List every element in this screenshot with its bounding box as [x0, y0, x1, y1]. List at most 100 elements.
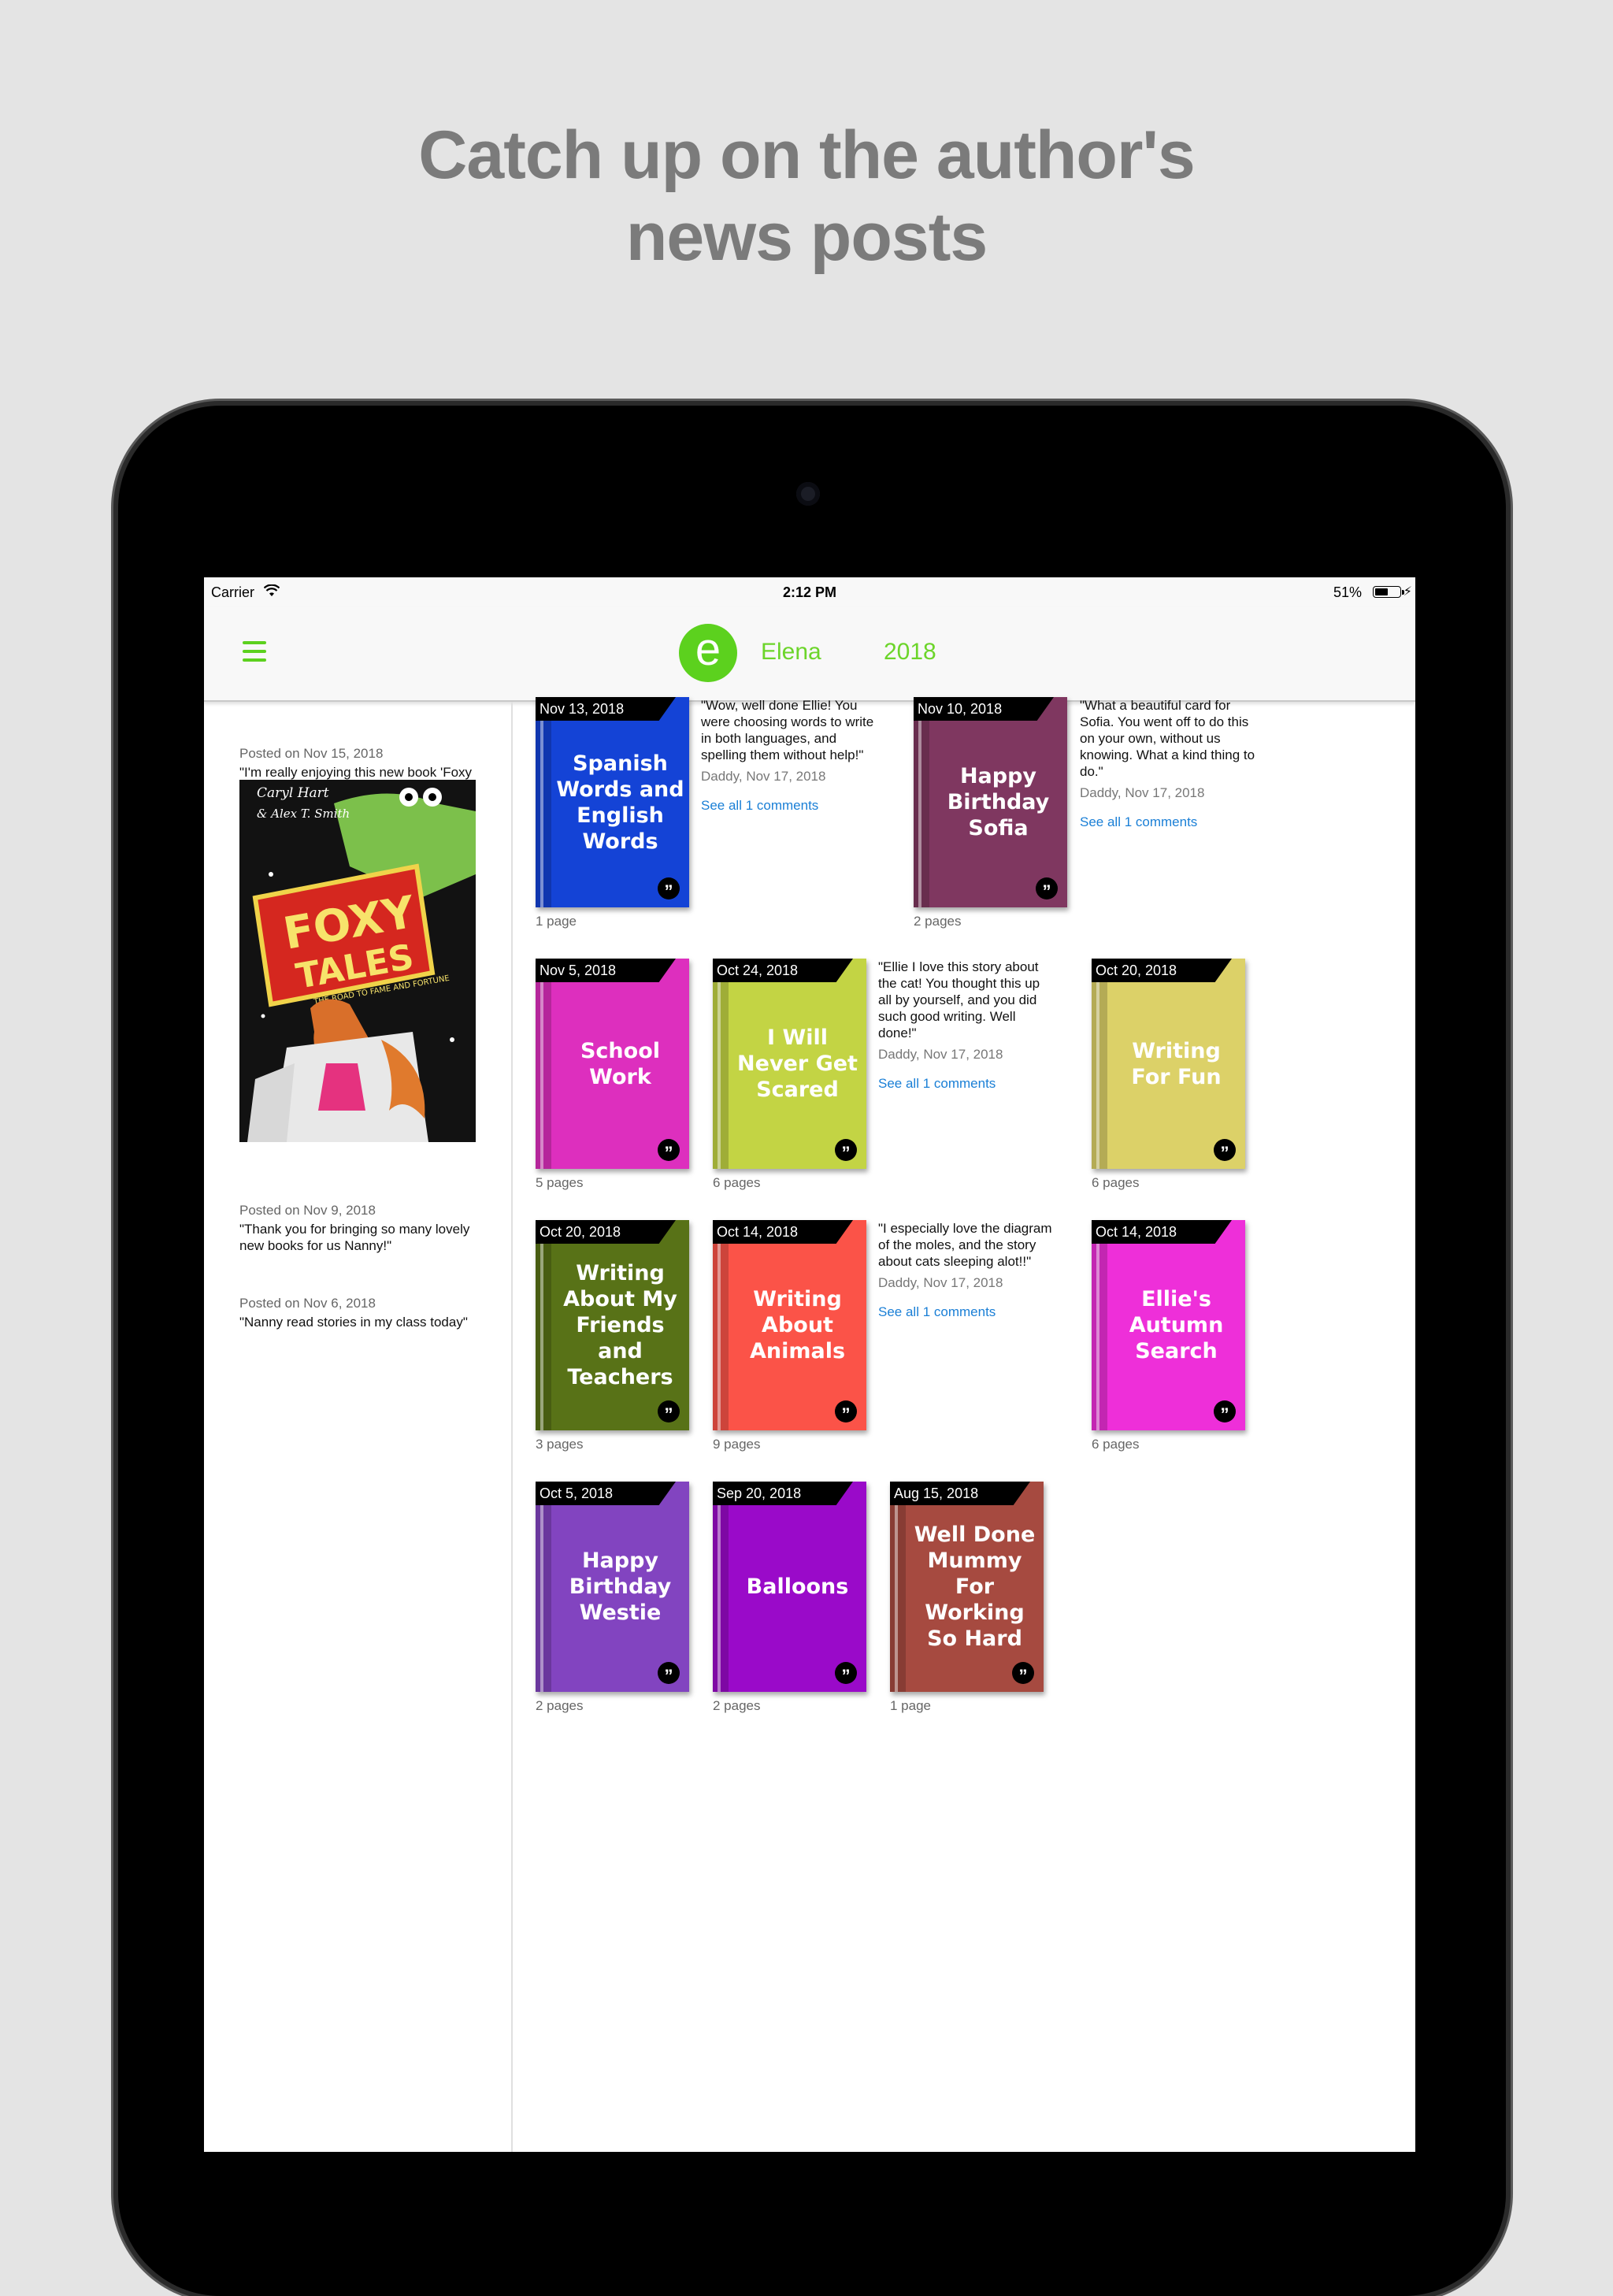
- comment-author: Daddy, Nov 17, 2018: [878, 1275, 1003, 1290]
- comment-quote-icon[interactable]: ”: [1036, 877, 1058, 901]
- comment-quote-icon[interactable]: ”: [835, 1400, 857, 1424]
- book-card[interactable]: Aug 15, 2018 Well Done Mummy For Working …: [890, 1482, 1044, 1692]
- status-bar: Carrier 2:12 PM 51% ⚡: [204, 577, 1415, 607]
- book-card[interactable]: Oct 20, 2018 Writing About My Friends and…: [536, 1220, 689, 1430]
- comment-text: "I especially love the diagram of the mo…: [878, 1221, 1052, 1269]
- post-text: "Thank you for bringing so many lovely n…: [239, 1222, 470, 1253]
- book-page-count: 9 pages: [713, 1437, 761, 1452]
- post-date: Posted on Nov 15, 2018: [239, 746, 384, 761]
- book-date-badge: Nov 5, 2018: [536, 959, 676, 982]
- book-date-badge: Nov 10, 2018: [914, 697, 1054, 721]
- see-all-comments-link[interactable]: See all 1 comments: [878, 1075, 1055, 1092]
- book-title: Well Done Mummy For Working So Hard: [914, 1523, 1036, 1651]
- comment-block: "What a beautiful card for Sofia. You we…: [1080, 697, 1257, 830]
- book-title: Happy Birthday Sofia: [947, 764, 1050, 840]
- book-page-count: 6 pages: [1092, 1437, 1140, 1452]
- book-page-count: 1 page: [536, 914, 577, 929]
- book-page-count: 5 pages: [536, 1175, 584, 1190]
- see-all-comments-link[interactable]: See all 1 comments: [878, 1304, 1055, 1320]
- headline: Catch up on the author's news posts: [0, 114, 1613, 278]
- book-page-count: 2 pages: [536, 1698, 584, 1713]
- comment-block: "I especially love the diagram of the mo…: [878, 1220, 1055, 1320]
- nav-year[interactable]: 2018: [884, 639, 936, 666]
- see-all-comments-link[interactable]: See all 1 comments: [701, 797, 878, 814]
- comment-quote-icon[interactable]: ”: [658, 877, 680, 901]
- comment-quote-icon[interactable]: ”: [1012, 1662, 1034, 1686]
- comment-quote-icon[interactable]: ”: [1214, 1139, 1236, 1163]
- news-post[interactable]: Posted on Nov 6, 2018 "Nanny read storie…: [239, 1295, 491, 1330]
- book-spine: [536, 1220, 551, 1430]
- book-date-badge: Aug 15, 2018: [890, 1482, 1030, 1505]
- book-page-count: 1 page: [890, 1698, 931, 1713]
- book-page-count: 2 pages: [713, 1698, 761, 1713]
- book-spine: [536, 697, 551, 907]
- book-spine: [914, 697, 929, 907]
- nav-bar: e Elena 2018: [204, 607, 1415, 702]
- comment-quote-icon[interactable]: ”: [658, 1400, 680, 1424]
- book-card[interactable]: Nov 5, 2018 School Work ”: [536, 959, 689, 1169]
- comment-block: "Ellie I love this story about the cat! …: [878, 959, 1055, 1092]
- comment-author: Daddy, Nov 17, 2018: [701, 769, 826, 784]
- book-title: Ellie's Autumn Search: [1129, 1287, 1224, 1363]
- book-date-badge: Oct 5, 2018: [536, 1482, 676, 1505]
- book-title: Happy Birthday Westie: [569, 1549, 672, 1625]
- see-all-comments-link[interactable]: See all 1 comments: [1080, 814, 1257, 830]
- post-date: Posted on Nov 6, 2018: [239, 1296, 376, 1311]
- battery-percent: 51%: [1333, 584, 1362, 600]
- book-spine: [1092, 1220, 1107, 1430]
- book-spine: [713, 1482, 729, 1692]
- book-spine: [890, 1482, 906, 1692]
- book-date-badge: Nov 13, 2018: [536, 697, 676, 721]
- post-text: "Nanny read stories in my class today": [239, 1315, 468, 1330]
- clock: 2:12 PM: [782, 584, 837, 600]
- book-card[interactable]: Nov 10, 2018 Happy Birthday Sofia ”: [914, 697, 1067, 907]
- book-date-badge: Sep 20, 2018: [713, 1482, 853, 1505]
- book-spine: [536, 959, 551, 1169]
- book-date-badge: Oct 20, 2018: [536, 1220, 676, 1244]
- news-post[interactable]: Posted on Nov 9, 2018 "Thank you for bri…: [239, 1202, 491, 1254]
- cover-author-1: Caryl Hart: [257, 785, 329, 801]
- book-cover-illustration: FOXY TALES THE ROAD TO FAME AND FORTUNE …: [239, 780, 476, 1142]
- app-logo[interactable]: e: [679, 624, 737, 682]
- book-page-count: 2 pages: [914, 914, 962, 929]
- headline-line-2: news posts: [625, 199, 988, 275]
- book-title: Writing About My Friends and Teachers: [563, 1261, 677, 1389]
- book-card[interactable]: Oct 14, 2018 Writing About Animals ”: [713, 1220, 866, 1430]
- headline-line-1: Catch up on the author's: [418, 117, 1195, 193]
- nav-user-name[interactable]: Elena: [761, 639, 821, 666]
- foxy-tales-cover-image[interactable]: FOXY TALES THE ROAD TO FAME AND FORTUNE …: [239, 780, 476, 1142]
- cover-author-2: & Alex T. Smith: [257, 807, 350, 821]
- hamburger-menu-icon[interactable]: [243, 641, 266, 662]
- comment-author: Daddy, Nov 17, 2018: [878, 1047, 1003, 1062]
- book-card[interactable]: Nov 13, 2018 Spanish Words and English Wo…: [536, 697, 689, 907]
- book-page-count: 6 pages: [713, 1175, 761, 1190]
- comment-quote-icon[interactable]: ”: [1214, 1400, 1236, 1424]
- comment-quote-icon[interactable]: ”: [658, 1139, 680, 1163]
- comment-quote-icon[interactable]: ”: [835, 1662, 857, 1686]
- book-title: I Will Never Get Scared: [737, 1026, 858, 1102]
- book-date-badge: Oct 24, 2018: [713, 959, 853, 982]
- book-card[interactable]: Oct 14, 2018 Ellie's Autumn Search ”: [1092, 1220, 1245, 1430]
- book-spine: [713, 1220, 729, 1430]
- post-date: Posted on Nov 9, 2018: [239, 1203, 376, 1218]
- comment-quote-icon[interactable]: ”: [658, 1662, 680, 1686]
- comment-text: "Wow, well done Ellie! You were choosing…: [701, 698, 874, 762]
- charging-icon: ⚡: [1403, 585, 1412, 599]
- book-title: Writing About Animals: [749, 1287, 846, 1363]
- comment-quote-icon[interactable]: ”: [835, 1139, 857, 1163]
- book-title: Writing For Fun: [1131, 1038, 1222, 1089]
- book-card[interactable]: Oct 5, 2018 Happy Birthday Westie ”: [536, 1482, 689, 1692]
- book-date-badge: Oct 14, 2018: [1092, 1220, 1232, 1244]
- comment-text: "What a beautiful card for Sofia. You we…: [1080, 698, 1255, 779]
- book-page-count: 6 pages: [1092, 1175, 1140, 1190]
- book-card[interactable]: Oct 20, 2018 Writing For Fun ”: [1092, 959, 1245, 1169]
- book-card[interactable]: Oct 24, 2018 I Will Never Get Scared ”: [713, 959, 866, 1169]
- book-date-badge: Oct 20, 2018: [1092, 959, 1232, 982]
- book-title: Spanish Words and English Words: [556, 751, 684, 854]
- book-card[interactable]: Sep 20, 2018 Balloons ”: [713, 1482, 866, 1692]
- front-camera: [796, 482, 820, 506]
- book-spine: [1092, 959, 1107, 1169]
- book-title: Balloons: [746, 1575, 849, 1599]
- book-title: School Work: [580, 1038, 661, 1089]
- battery-icon: [1373, 586, 1404, 598]
